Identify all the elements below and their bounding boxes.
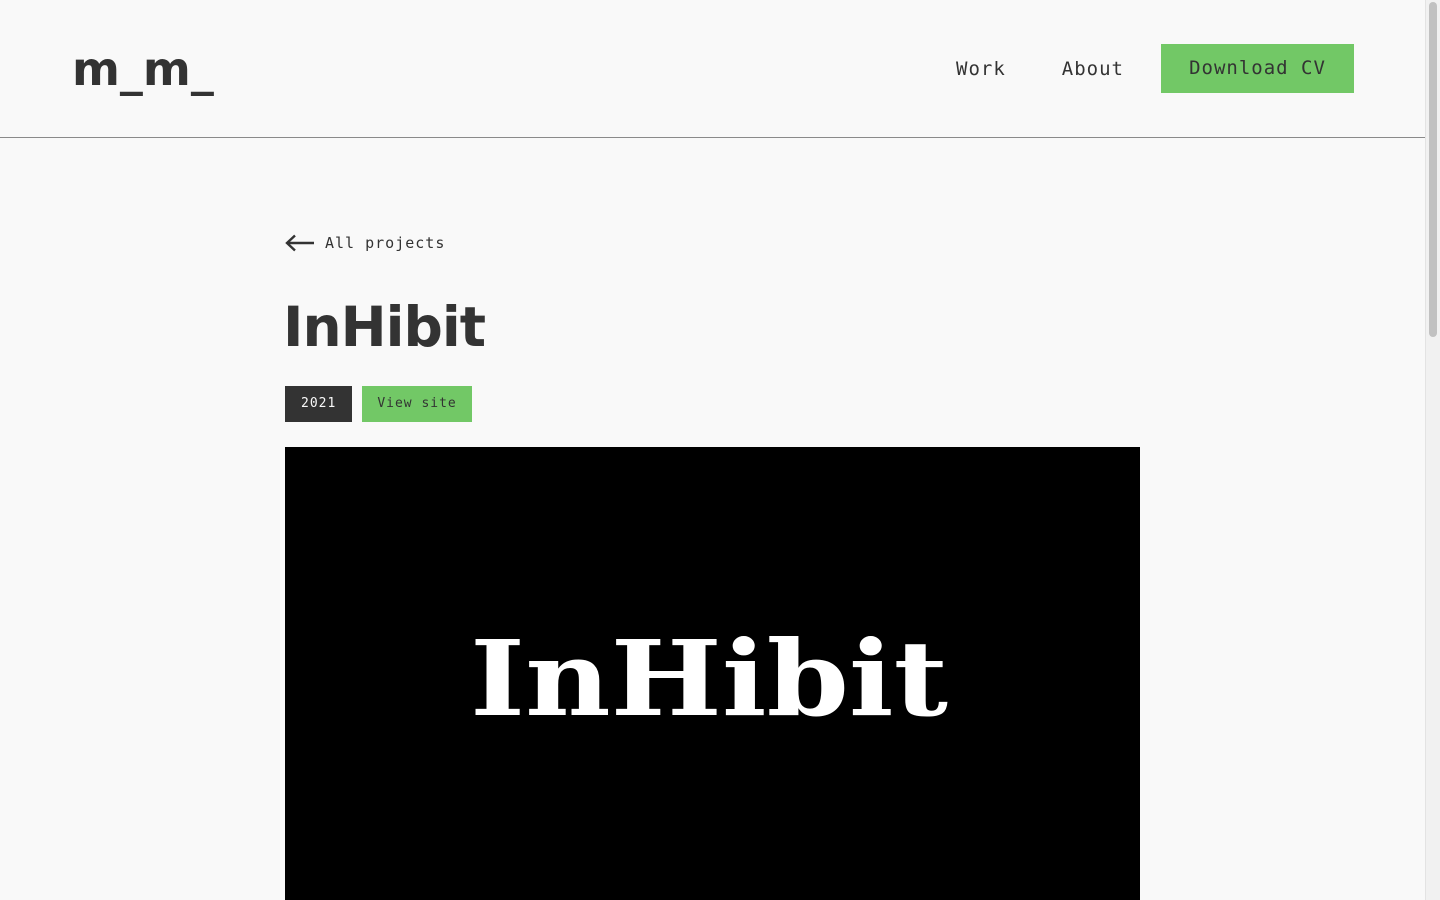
download-cv-button[interactable]: Download CV — [1161, 44, 1354, 93]
inhibit-logo: InHibit — [470, 617, 948, 740]
hero-logo-text: InHibit — [470, 617, 948, 740]
site-logo[interactable]: m_m_ — [72, 42, 214, 96]
all-projects-link[interactable]: All projects — [285, 234, 445, 252]
page: m_m_ Work About Download CV All projects… — [0, 0, 1425, 900]
page-scrollbar[interactable] — [1425, 0, 1440, 900]
view-site-button[interactable]: View site — [362, 386, 472, 422]
nav-link-work[interactable]: Work — [956, 58, 1006, 80]
site-header: m_m_ Work About Download CV — [0, 0, 1425, 138]
scrollbar-thumb[interactable] — [1429, 2, 1437, 337]
year-badge: 2021 — [285, 386, 353, 422]
project-tags: 2021 View site — [285, 386, 472, 422]
arrow-left-icon — [285, 234, 314, 252]
nav-link-about[interactable]: About — [1062, 58, 1124, 80]
project-title: InHibit — [283, 295, 486, 359]
all-projects-label: All projects — [325, 234, 446, 252]
project-hero-image: InHibit — [285, 447, 1140, 900]
main-nav: Work About Download CV — [956, 44, 1354, 93]
